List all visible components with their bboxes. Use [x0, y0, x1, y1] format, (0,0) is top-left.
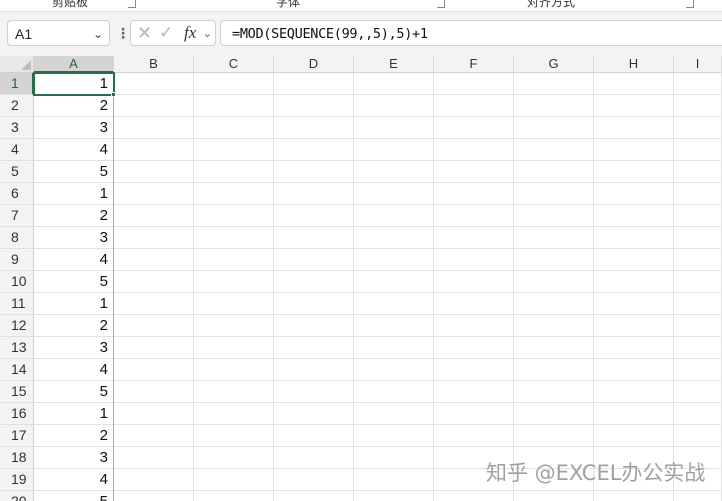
row-gridline	[34, 138, 722, 139]
row-header-15[interactable]: 15	[0, 381, 34, 403]
column-header-e[interactable]: E	[354, 56, 434, 73]
clipboard-dialog-launcher-icon[interactable]	[128, 0, 136, 8]
cell-a11[interactable]: 1	[34, 293, 114, 315]
row-header-6[interactable]: 6	[0, 183, 34, 205]
column-header-a[interactable]: A	[34, 56, 114, 73]
select-all-button[interactable]	[0, 56, 34, 73]
column-header-i[interactable]: I	[674, 56, 722, 73]
row-header-1[interactable]: 1	[0, 73, 34, 95]
name-box[interactable]: A1 ⌄	[7, 20, 110, 46]
name-box-value: A1	[15, 26, 33, 42]
worksheet-grid[interactable]: ABCDEFGHI 1 2 3 4 5 6 7 8 9 10 11 12 13 14 15 16 17 18 19 2…	[0, 56, 722, 501]
cell-a10[interactable]: 5	[34, 271, 114, 293]
row-header-20[interactable]: 20	[0, 491, 34, 501]
row-gridline	[34, 160, 722, 161]
font-dialog-launcher-icon[interactable]	[437, 0, 445, 8]
cell-a20[interactable]: 5	[34, 491, 114, 501]
row-header-12[interactable]: 12	[0, 315, 34, 337]
cell-a7[interactable]: 2	[34, 205, 114, 227]
column-header-f[interactable]: F	[434, 56, 514, 73]
row-gridline	[34, 380, 722, 381]
row-header-18[interactable]: 18	[0, 447, 34, 469]
row-gridline	[34, 94, 722, 95]
row-header-5[interactable]: 5	[0, 161, 34, 183]
cell-a16[interactable]: 1	[34, 403, 114, 425]
row-header-8[interactable]: 8	[0, 227, 34, 249]
row-gridline	[34, 424, 722, 425]
row-header-3[interactable]: 3	[0, 117, 34, 139]
column-header-d[interactable]: D	[274, 56, 354, 73]
row-gridline	[34, 248, 722, 249]
select-all-triangle-icon	[21, 60, 31, 70]
chevron-down-icon[interactable]: ⌄	[93, 27, 103, 41]
cell-a19[interactable]: 4	[34, 469, 114, 491]
cell-a13[interactable]: 3	[34, 337, 114, 359]
row-header-10[interactable]: 10	[0, 271, 34, 293]
cell-a17[interactable]: 2	[34, 425, 114, 447]
ribbon-group-clipboard-label: 剪贴板	[52, 0, 89, 9]
cell-a14[interactable]: 4	[34, 359, 114, 381]
ribbon-group-alignment-label: 对齐方式	[527, 0, 576, 9]
spill-range-border	[113, 74, 114, 501]
row-header-14[interactable]: 14	[0, 359, 34, 381]
row-header-4[interactable]: 4	[0, 139, 34, 161]
row-gridline	[34, 204, 722, 205]
cell-a4[interactable]: 4	[34, 139, 114, 161]
column-header-h[interactable]: H	[594, 56, 674, 73]
row-gridline	[34, 446, 722, 447]
row-gridline	[34, 292, 722, 293]
row-gridline	[34, 358, 722, 359]
more-options-icon[interactable]: ⋮	[116, 25, 130, 42]
column-header-b[interactable]: B	[114, 56, 194, 73]
row-header-11[interactable]: 11	[0, 293, 34, 315]
formula-bar: A1 ⌄ ⋮ ✕ ✓ fx ⌄ =MOD(SEQUENCE(99,,5),5)+…	[0, 12, 722, 56]
cell-a9[interactable]: 4	[34, 249, 114, 271]
row-header-9[interactable]: 9	[0, 249, 34, 271]
row-gridline	[34, 270, 722, 271]
active-cell-outline[interactable]	[33, 72, 115, 96]
row-gridline	[34, 402, 722, 403]
cell-a12[interactable]: 2	[34, 315, 114, 337]
enter-check-icon[interactable]: ✓	[159, 23, 173, 43]
insert-function-icon[interactable]: fx	[184, 23, 196, 43]
chevron-down-icon[interactable]: ⌄	[203, 27, 212, 40]
cell-a3[interactable]: 3	[34, 117, 114, 139]
cell-a8[interactable]: 3	[34, 227, 114, 249]
row-gridline	[34, 226, 722, 227]
alignment-dialog-launcher-icon[interactable]	[686, 0, 694, 8]
cell-a18[interactable]: 3	[34, 447, 114, 469]
fill-handle[interactable]	[111, 92, 116, 97]
row-gridline	[34, 182, 722, 183]
column-header-g[interactable]: G	[514, 56, 594, 73]
row-header-16[interactable]: 16	[0, 403, 34, 425]
cell-a15[interactable]: 5	[34, 381, 114, 403]
row-gridline	[34, 314, 722, 315]
cell-a6[interactable]: 1	[34, 183, 114, 205]
cell-a2[interactable]: 2	[34, 95, 114, 117]
formula-text: =MOD(SEQUENCE(99,,5),5)+1	[232, 26, 428, 42]
formula-input[interactable]: =MOD(SEQUENCE(99,,5),5)+1	[220, 20, 722, 46]
row-header-7[interactable]: 7	[0, 205, 34, 227]
ribbon-group-font-label: 字体	[276, 0, 301, 9]
column-header-c[interactable]: C	[194, 56, 274, 73]
ribbon-group-labels: 剪贴板 字体 对齐方式	[0, 0, 722, 12]
cell-a5[interactable]: 5	[34, 161, 114, 183]
row-header-17[interactable]: 17	[0, 425, 34, 447]
watermark: 知乎 @EXCEL办公实战	[486, 461, 706, 485]
row-gridline	[34, 490, 722, 491]
row-header-13[interactable]: 13	[0, 337, 34, 359]
row-header-19[interactable]: 19	[0, 469, 34, 491]
row-gridline	[34, 336, 722, 337]
row-gridline	[34, 116, 722, 117]
formula-buttons: ✕ ✓ fx ⌄	[130, 20, 216, 46]
cancel-icon[interactable]: ✕	[137, 23, 152, 44]
row-header-2[interactable]: 2	[0, 95, 34, 117]
